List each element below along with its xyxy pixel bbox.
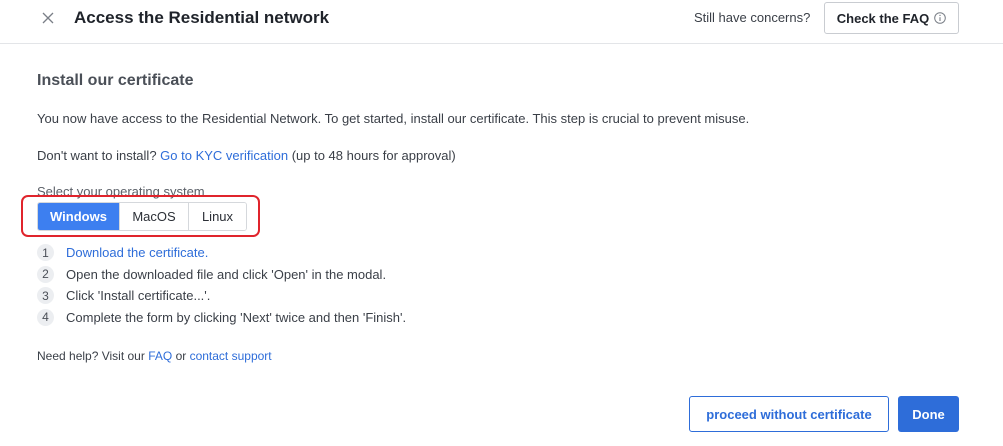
os-option-macos[interactable]: MacOS (119, 203, 188, 230)
download-certificate-link[interactable]: Download the certificate. (66, 244, 208, 261)
modal-title: Access the Residential network (74, 8, 330, 27)
close-icon[interactable] (38, 8, 58, 28)
step-item: 1 Download the certificate. (37, 242, 406, 263)
help-line: Need help? Visit our FAQ or contact supp… (37, 348, 272, 364)
check-faq-button[interactable]: Check the FAQ (824, 2, 959, 34)
step-number: 1 (37, 244, 54, 261)
modal-header: Access the Residential network Still hav… (0, 0, 1003, 44)
step-item: 2 Open the downloaded file and click 'Op… (37, 264, 406, 285)
step-text: Click 'Install certificate...'. (66, 288, 211, 303)
proceed-without-certificate-button[interactable]: proceed without certificate (689, 396, 889, 432)
info-icon (934, 12, 947, 24)
step-text: Complete the form by clicking 'Next' twi… (66, 309, 407, 325)
step-number: 4 (37, 308, 54, 326)
os-selector: Windows MacOS Linux (37, 202, 247, 231)
section-title: Install our certificate (37, 72, 194, 89)
os-option-linux[interactable]: Linux (188, 203, 246, 230)
step-text: Open the downloaded file and click 'Open… (66, 266, 387, 282)
kyc-line: Don't want to install? Go to KYC verific… (37, 147, 456, 164)
kyc-prefix: Don't want to install? (37, 148, 157, 163)
step-number: 3 (37, 287, 54, 304)
step-item: 4 Complete the form by clicking 'Next' t… (37, 307, 406, 328)
help-or: or (175, 349, 187, 363)
faq-link[interactable]: FAQ (148, 349, 172, 363)
concerns-text: Still have concerns? (694, 10, 811, 25)
kyc-verification-link[interactable]: Go to KYC verification (160, 148, 288, 163)
check-faq-label: Check the FAQ (836, 10, 930, 26)
contact-support-link[interactable]: contact support (190, 349, 272, 363)
done-button[interactable]: Done (898, 396, 959, 432)
step-item: 3 Click 'Install certificate...'. (37, 285, 406, 306)
os-option-windows[interactable]: Windows (38, 203, 119, 230)
kyc-suffix: (up to 48 hours for approval) (291, 148, 456, 163)
install-steps: 1 Download the certificate. 2 Open the d… (37, 242, 406, 328)
step-number: 2 (37, 265, 54, 283)
description-text: You now have access to the Residential N… (37, 111, 750, 126)
help-prefix: Need help? Visit our (37, 349, 145, 363)
